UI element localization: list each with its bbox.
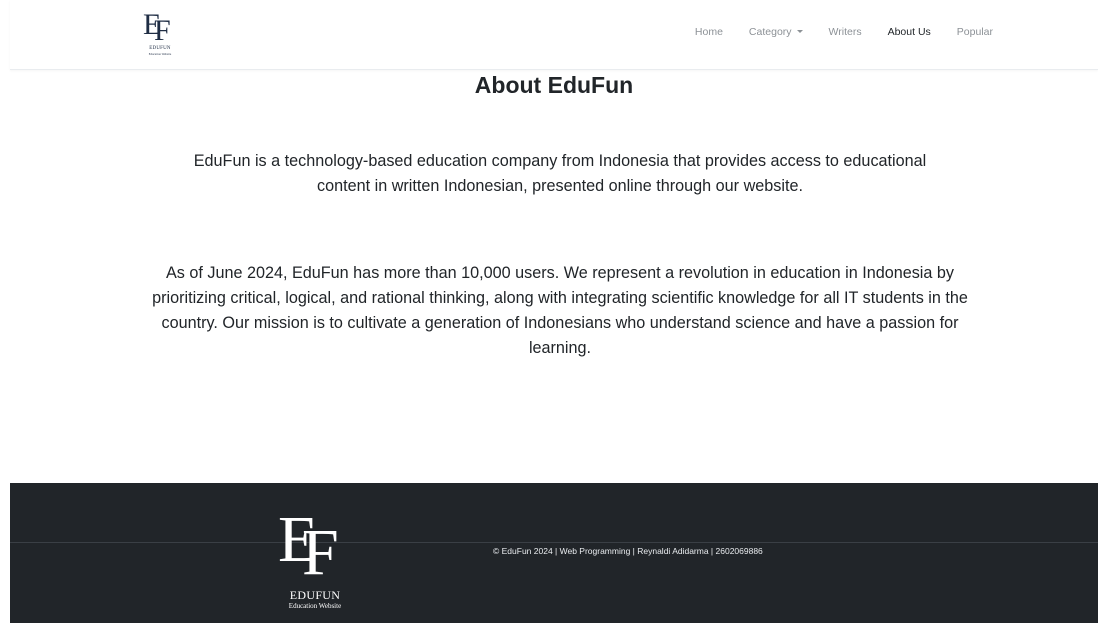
footer-brand-tagline: Education Website xyxy=(288,602,342,610)
nav-item-category[interactable]: Category xyxy=(736,24,816,40)
brand-logo[interactable]: E F EDUFUN Education Website xyxy=(141,10,179,62)
footer: E F EDUFUN Education Website © EduFun 20… xyxy=(10,483,1098,623)
footer-brand-name: EDUFUN xyxy=(289,588,341,602)
about-paragraph-mission: As of June 2024, EduFun has more than 10… xyxy=(152,264,968,357)
nav-item-home[interactable]: Home xyxy=(682,24,736,40)
footer-logo: E F EDUFUN Education Website xyxy=(272,507,358,617)
page-title: About EduFun xyxy=(474,72,634,98)
nav-item-about-us[interactable]: About Us xyxy=(875,24,944,40)
nav-menu: Home Category Writers About Us Popular xyxy=(682,24,1006,40)
ef-monogram-icon: E F xyxy=(143,8,171,47)
footer-divider xyxy=(10,542,1098,543)
brand-tagline: Education Website xyxy=(148,52,172,56)
nav-item-writers[interactable]: Writers xyxy=(816,24,875,40)
nav-item-category-label: Category xyxy=(748,26,792,38)
caret-down-icon xyxy=(796,30,803,33)
nav-item-popular[interactable]: Popular xyxy=(944,24,1006,40)
ef-monogram-icon: E F xyxy=(278,503,339,589)
about-paragraph-intro: EduFun is a technology-based education c… xyxy=(193,152,927,195)
copyright-text: © EduFun 2024 | Web Programming | Reynal… xyxy=(493,546,763,556)
navbar: E F EDUFUN Education Website Home Catego… xyxy=(10,0,1098,70)
